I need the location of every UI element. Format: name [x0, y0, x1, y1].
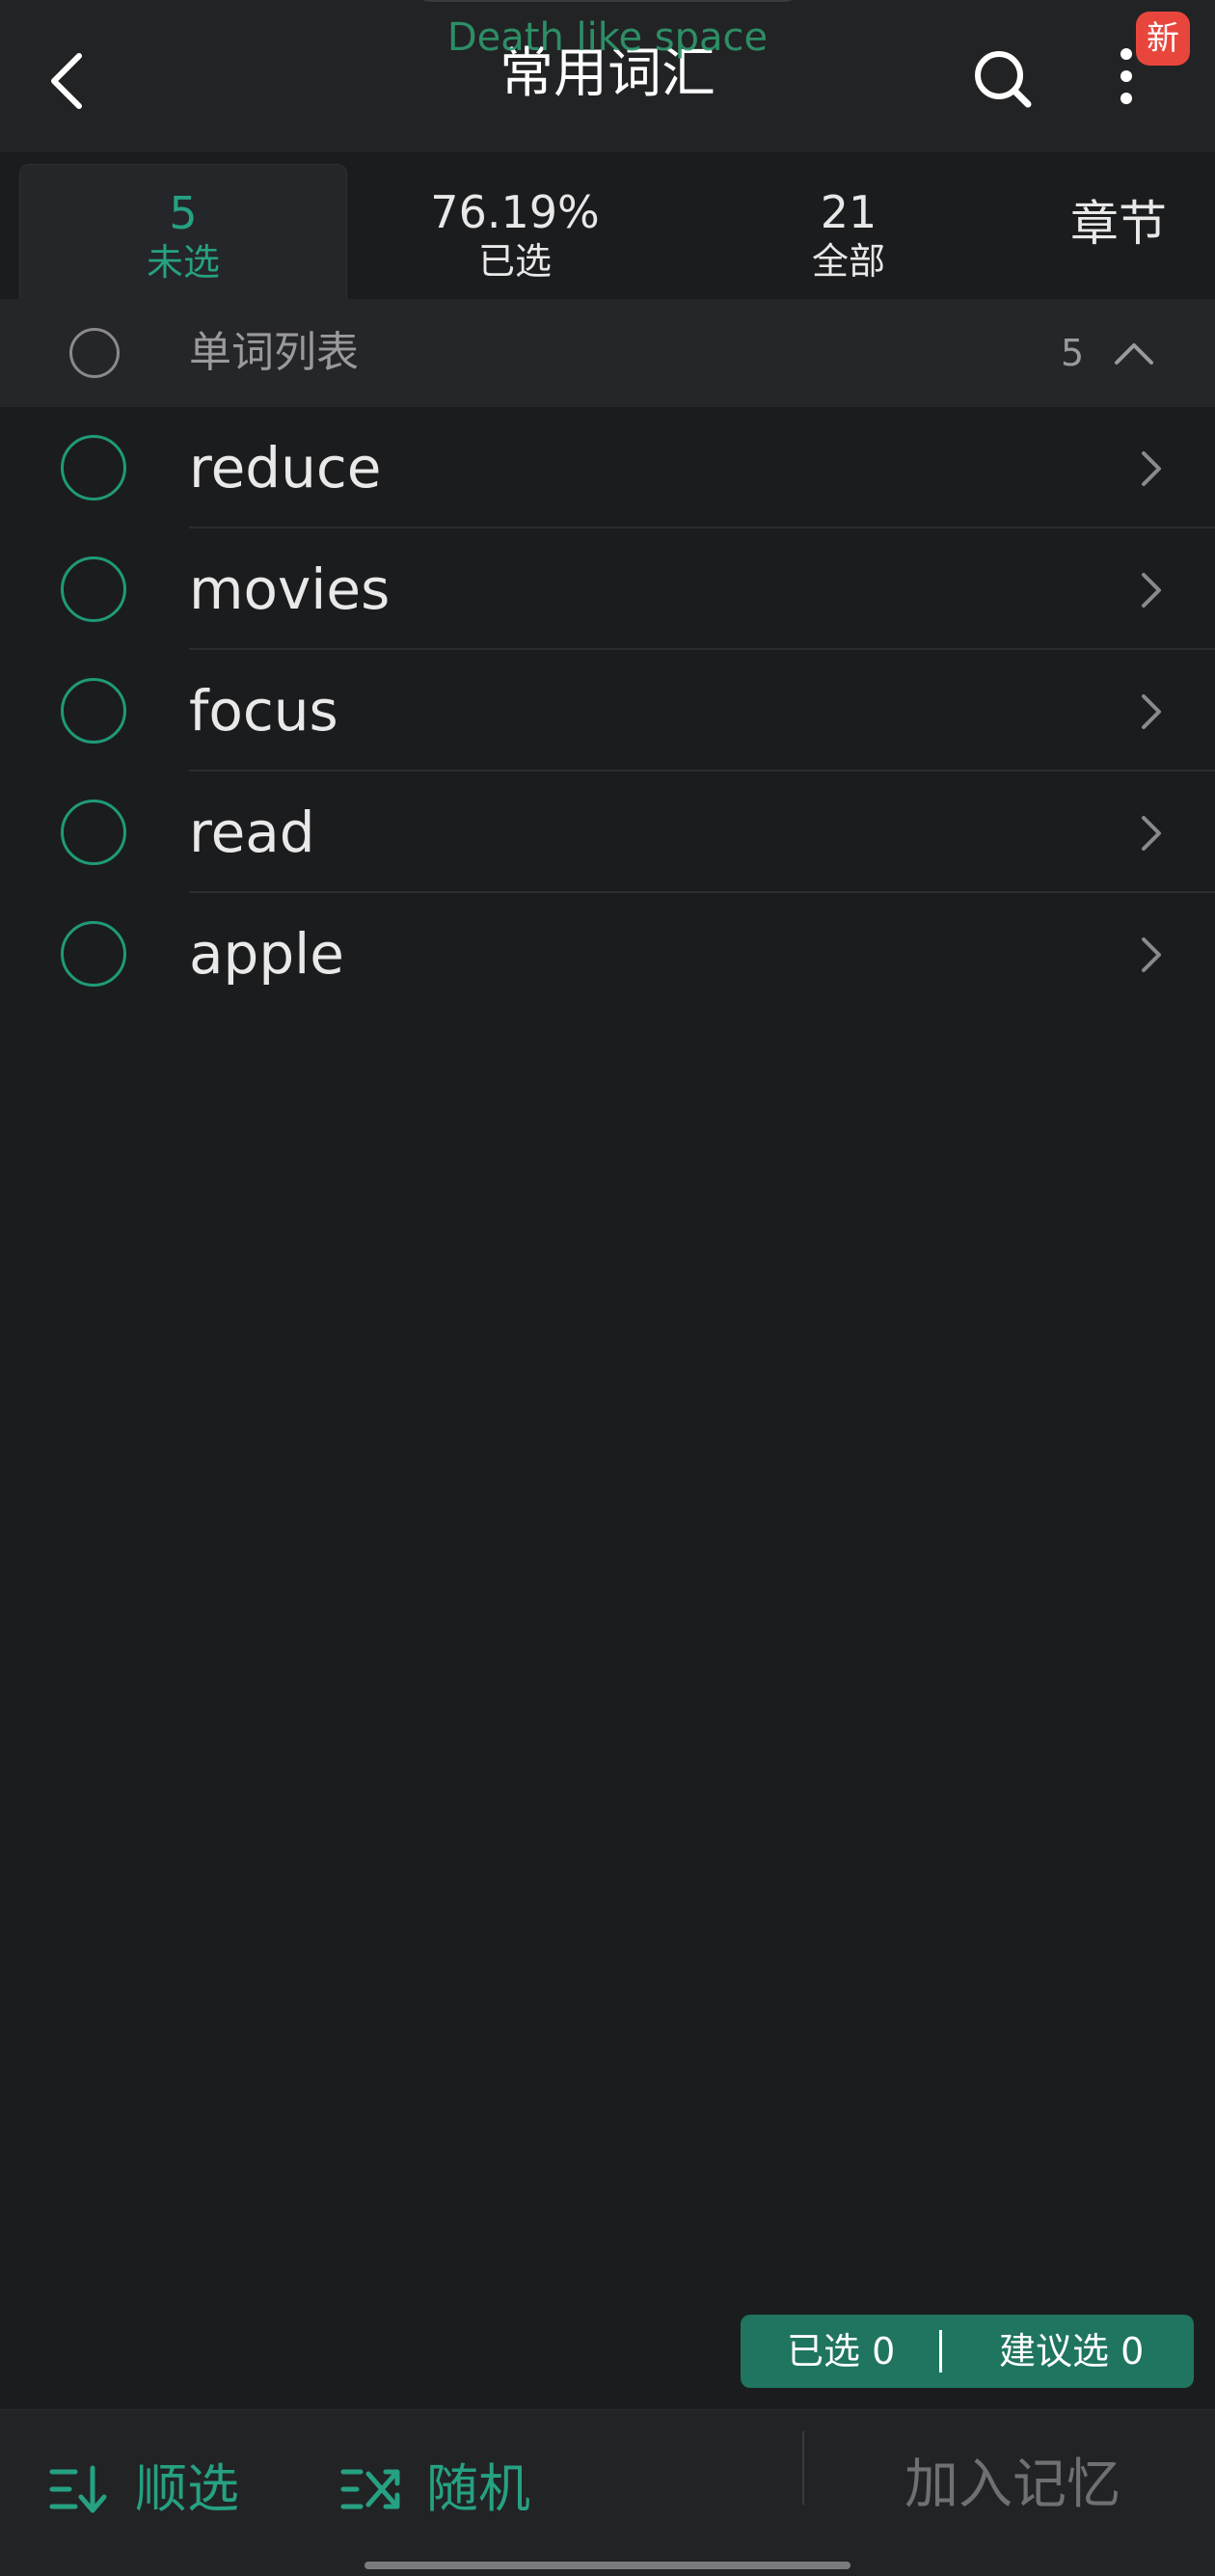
tab-count: 5 [169, 187, 198, 239]
word-text: movies [189, 556, 391, 622]
search-icon [975, 51, 1032, 108]
shuffle-icon [340, 2469, 400, 2509]
word-checkbox[interactable] [61, 556, 126, 622]
tab-label: 全部 [811, 240, 885, 283]
search-button[interactable] [964, 39, 1041, 116]
pill-separator [939, 2330, 942, 2373]
sort-down-icon [49, 2465, 107, 2513]
select-all-checkbox[interactable] [69, 328, 120, 378]
tab-count: 76.19% [430, 186, 600, 238]
bottom-action-bar: 顺选 随机 加入记忆 [0, 2409, 1215, 2576]
sequential-label: 顺选 [135, 2458, 239, 2519]
selected-count: 已选 0 [787, 2330, 896, 2373]
new-badge: 新 [1136, 12, 1190, 66]
sequential-select-button[interactable]: 顺选 [48, 2447, 260, 2532]
tab-selected[interactable]: 76.19% 已选 [351, 164, 679, 299]
list-item[interactable]: read [0, 772, 1215, 893]
word-text: reduce [189, 435, 382, 501]
list-item[interactable]: apple [0, 893, 1215, 1015]
chevron-up-icon[interactable] [1111, 332, 1157, 374]
tab-label: 未选 [146, 241, 220, 284]
filter-tabs: 5 未选 76.19% 已选 21 全部 [0, 152, 1215, 299]
random-select-button[interactable]: 随机 [339, 2447, 552, 2532]
chevron-right-icon [1142, 573, 1161, 608]
random-label: 随机 [426, 2458, 530, 2519]
section-title: 单词列表 [189, 328, 359, 377]
chevron-right-icon [1142, 694, 1161, 729]
word-checkbox[interactable] [61, 921, 126, 987]
home-indicator[interactable] [364, 2562, 850, 2569]
bottom-bar-divider [802, 2431, 804, 2505]
list-item[interactable]: focus [0, 650, 1215, 772]
word-list-header[interactable]: 单词列表 5 [0, 299, 1215, 407]
word-checkbox[interactable] [61, 800, 126, 865]
suggested-count: 建议选 0 [999, 2330, 1145, 2373]
word-text: apple [189, 921, 344, 987]
word-text: read [189, 800, 315, 865]
tab-count: 21 [820, 186, 878, 238]
word-text: focus [189, 678, 338, 744]
word-checkbox[interactable] [61, 678, 126, 744]
chevron-right-icon [1142, 937, 1161, 972]
chevron-right-icon [1142, 451, 1161, 486]
tab-all[interactable]: 21 全部 [685, 164, 1012, 299]
list-item[interactable]: movies [0, 529, 1215, 650]
word-checkbox[interactable] [61, 435, 126, 501]
selection-summary: 已选 0 建议选 0 [741, 2315, 1194, 2388]
add-to-memory-button[interactable]: 加入记忆 [829, 2445, 1196, 2526]
list-item[interactable]: reduce [0, 407, 1215, 529]
tab-unselected[interactable]: 5 未选 [19, 164, 347, 299]
camera-notch [415, 0, 800, 2]
chevron-right-icon [1142, 816, 1161, 851]
section-count: 5 [1061, 332, 1085, 374]
tab-chapters[interactable]: 章节 [1041, 193, 1196, 255]
tab-label: 已选 [477, 240, 552, 283]
top-app-bar: 常用词汇 Death like space 新 [0, 0, 1215, 152]
